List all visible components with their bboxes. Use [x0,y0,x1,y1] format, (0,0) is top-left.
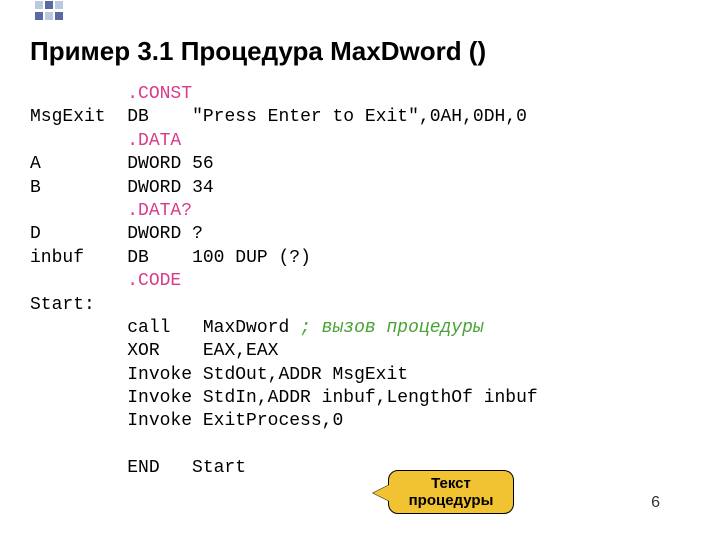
val-inbuf: 100 DUP (?) [192,248,311,268]
code-listing: .CONST MsgExit DB "Press Enter to Exit",… [30,83,690,481]
directive-dataq: .DATA? [127,201,192,221]
label-d: D [30,224,41,244]
op-dword-a: DWORD [127,154,181,174]
directive-code: .CODE [127,271,181,291]
val-end: Start [192,458,246,478]
callout-procedure-text: Текст процедуры [388,470,514,514]
label-start: Start: [30,295,95,315]
val-xor: EAX,EAX [203,341,279,361]
directive-const: .CONST [127,84,192,104]
op-call: call [127,318,170,338]
page-title: Пример 3.1 Процедура MaxDword () [30,36,690,67]
val-invoke3: ExitProcess,0 [203,411,343,431]
op-dword-d: DWORD [127,224,181,244]
op-end: END [127,458,159,478]
op-db-inbuf: DB [127,248,149,268]
val-b: 34 [192,178,214,198]
val-invoke1: StdOut,ADDR MsgExit [203,365,408,385]
page-number: 6 [651,494,660,512]
label-a: A [30,154,41,174]
label-inbuf: inbuf [30,248,84,268]
op-db: DB [127,107,149,127]
slide: Пример 3.1 Процедура MaxDword () .CONST … [0,0,720,540]
val-d: ? [192,224,203,244]
op-invoke2: Invoke [127,388,192,408]
val-a: 56 [192,154,214,174]
val-invoke2: StdIn,ADDR inbuf,LengthOf inbuf [203,388,538,408]
comment-call: ; вызов процедуры [300,318,484,338]
op-invoke1: Invoke [127,365,192,385]
val-call: MaxDword [203,318,289,338]
op-xor: XOR [127,341,159,361]
op-dword-b: DWORD [127,178,181,198]
label-msgexit: MsgExit [30,107,106,127]
val-msgexit: "Press Enter to Exit",0AH,0DH,0 [192,107,527,127]
directive-data: .DATA [127,131,181,151]
label-b: B [30,178,41,198]
op-invoke3: Invoke [127,411,192,431]
